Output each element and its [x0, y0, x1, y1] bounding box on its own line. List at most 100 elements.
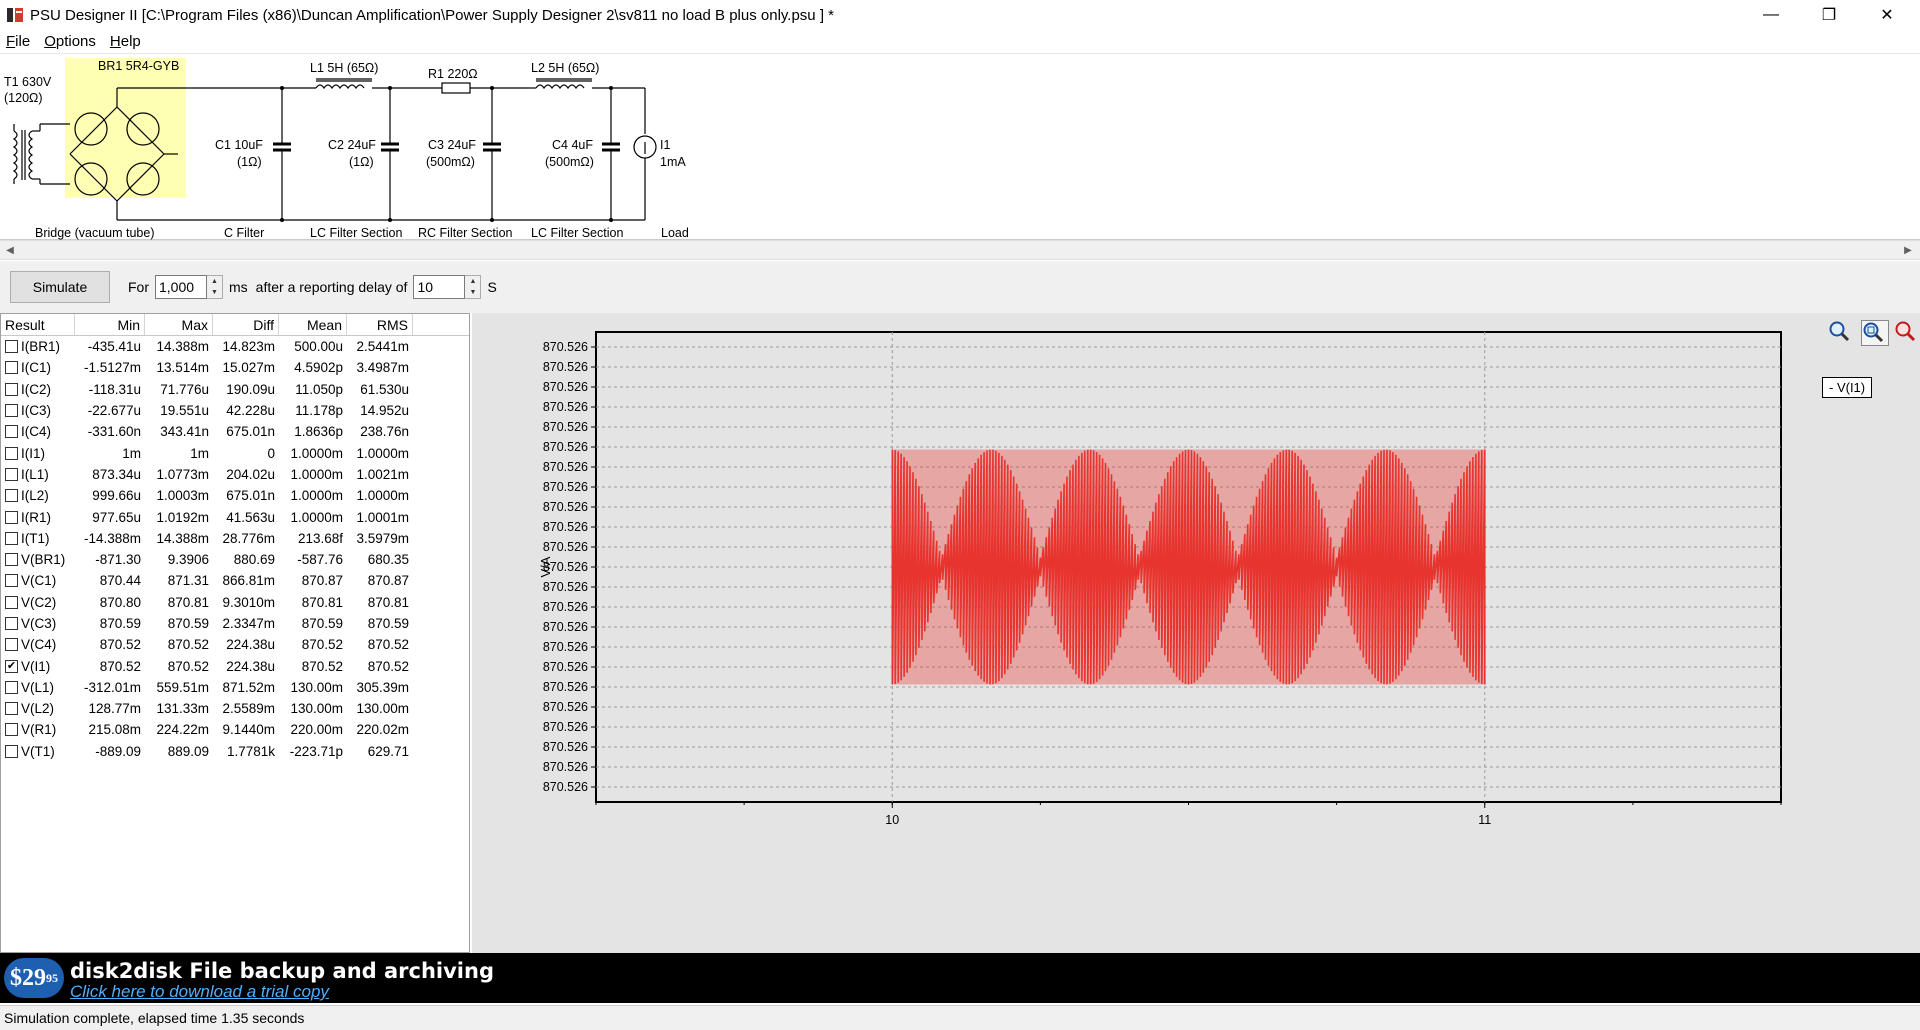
result-rms: 3.4987m [356, 360, 409, 376]
result-checkbox[interactable] [5, 361, 18, 375]
result-checkbox[interactable] [5, 595, 18, 609]
table-row[interactable]: I(I1) 1m 1m 0 1.0000m 1.0000m [1, 442, 469, 463]
ad-download-link[interactable]: Click here to download a trial copy [70, 982, 329, 1002]
spin-down-icon[interactable]: ▼ [465, 287, 480, 298]
table-row[interactable]: V(C1) 870.44 871.31 866.81m 870.87 870.87 [1, 570, 469, 591]
result-mean: 870.52 [301, 658, 343, 674]
result-rms: 1.0021m [356, 466, 409, 482]
col-result[interactable]: Result [1, 314, 75, 335]
delay-stepper[interactable]: ▲▼ [413, 275, 482, 299]
c1-label-2: (1Ω) [237, 155, 262, 169]
result-min: 999.66u [92, 488, 141, 504]
result-max: 13.514m [156, 360, 209, 376]
result-checkbox[interactable] [5, 531, 18, 545]
scroll-left-icon[interactable]: ◀ [0, 241, 20, 259]
result-checkbox[interactable] [5, 617, 18, 630]
result-min: 977.65u [92, 509, 141, 525]
table-row[interactable]: V(C3) 870.59 870.59 2.3347m 870.59 870.59 [1, 613, 469, 634]
result-diff: 880.69 [233, 552, 275, 568]
result-mean: 130.00m [290, 679, 343, 695]
table-row[interactable]: V(L1) -312.01m 559.51m 871.52m 130.00m 305.39… [1, 677, 469, 698]
result-checkbox[interactable] [5, 638, 18, 652]
table-row[interactable]: I(L2) 999.66u 1.0003m 675.01n 1.0000m 1.0000m [1, 485, 469, 506]
scroll-right-icon[interactable]: ▶ [1898, 241, 1918, 259]
table-row[interactable]: I(C1) -1.5127m 13.514m 15.027m 4.5902p 3.4987… [1, 357, 469, 378]
table-row[interactable]: V(C4) 870.52 870.52 224.38u 870.52 870.52 [1, 634, 469, 655]
result-checkbox[interactable]: ✔ [5, 659, 18, 673]
result-checkbox[interactable] [5, 382, 18, 396]
table-row[interactable]: V(R1) 215.08m 224.22m 9.1440m 220.00m 220.02m [1, 719, 469, 740]
c2-label-1: C2 24uF [328, 138, 376, 152]
duration-stepper[interactable]: ▲▼ [155, 275, 223, 299]
menu-options[interactable]: Options [44, 33, 96, 50]
result-checkbox[interactable] [5, 553, 18, 567]
result-checkbox[interactable] [5, 744, 18, 758]
waveform-chart[interactable]: 870.526 870.526 870.526 870.526 870.526 870.5… [472, 313, 1920, 953]
result-checkbox[interactable] [5, 723, 18, 737]
menu-file[interactable]: File [6, 33, 30, 50]
table-row[interactable]: I(BR1) -435.41u 14.388m 14.823m 500.00u 2.544… [1, 336, 469, 357]
table-row[interactable]: ✔ V(I1) 870.52 870.52 224.38u 870.52 870.52 [1, 655, 469, 676]
section-load: Load [661, 226, 689, 240]
status-bar: Simulation complete, elapsed time 1.35 s… [0, 1005, 1920, 1030]
y-tick-label: 870.526 [543, 460, 588, 474]
zoom-fit-button[interactable] [1861, 320, 1889, 346]
result-min: -22.677u [87, 403, 141, 419]
table-row[interactable]: I(C3) -22.677u 19.551u 42.228u 11.178p 14.952… [1, 400, 469, 421]
duration-input[interactable] [155, 275, 207, 299]
col-min[interactable]: Min [75, 314, 145, 335]
spin-up-icon[interactable]: ▲ [465, 276, 480, 287]
delay-input[interactable] [413, 275, 466, 299]
table-row[interactable]: I(C2) -118.31u 71.776u 190.09u 11.050p 61.530… [1, 379, 469, 400]
c4-label-1: C4 4uF [552, 138, 593, 152]
result-checkbox[interactable] [5, 702, 18, 716]
y-tick-label: 870.526 [543, 720, 588, 734]
capacitor-c2 [381, 88, 399, 220]
y-tick-label: 870.526 [543, 500, 588, 514]
table-row[interactable]: V(C2) 870.80 870.81 9.3010m 870.81 870.81 [1, 592, 469, 613]
zoom-in-button[interactable] [1828, 320, 1856, 346]
simulate-button[interactable]: Simulate [10, 271, 110, 303]
close-button[interactable]: ✕ [1858, 0, 1916, 30]
horizontal-scrollbar[interactable]: ◀ ▶ [0, 240, 1920, 260]
maximize-button[interactable]: ❐ [1800, 0, 1858, 30]
zoom-out-button[interactable] [1894, 320, 1920, 346]
table-row[interactable]: I(T1) -14.388m 14.388m 28.776m 213.68f 3.5979… [1, 528, 469, 549]
result-checkbox[interactable] [5, 680, 18, 694]
result-checkbox[interactable] [5, 404, 18, 418]
minimize-button[interactable]: — [1742, 0, 1800, 30]
result-checkbox[interactable] [5, 340, 18, 354]
col-rms[interactable]: RMS [347, 314, 413, 335]
spin-down-icon[interactable]: ▼ [207, 287, 222, 298]
ad-banner[interactable]: $29 95 disk2disk File backup and archivin… [0, 953, 1920, 1003]
result-checkbox[interactable] [5, 574, 18, 588]
table-row[interactable]: V(T1) -889.09 889.09 1.7781k -223.71p 629.71 [1, 741, 469, 762]
chart-legend[interactable]: - V(I1) [1822, 377, 1873, 398]
col-diff[interactable]: Diff [213, 314, 279, 335]
table-row[interactable]: V(L2) 128.77m 131.33m 2.5589m 130.00m 130.00m [1, 698, 469, 719]
result-min: 870.44 [99, 573, 141, 589]
result-checkbox[interactable] [5, 489, 18, 503]
result-mean: 220.00m [290, 722, 343, 738]
result-checkbox[interactable] [5, 467, 18, 481]
y-tick-label: 870.526 [543, 580, 588, 594]
result-checkbox[interactable] [5, 425, 18, 439]
col-max[interactable]: Max [145, 314, 213, 335]
schematic-canvas[interactable]: T1 630V (120Ω) BR1 5R4-GYB L1 5H (65Ω) R… [0, 54, 1920, 240]
menu-help[interactable]: Help [110, 33, 141, 50]
t1-label-2: (120Ω) [4, 91, 43, 105]
table-row[interactable]: V(BR1) -871.30 9.3906 880.69 -587.76 680.35 [1, 549, 469, 570]
result-max: 870.52 [167, 637, 209, 653]
y-tick-label: 870.526 [543, 680, 588, 694]
table-row[interactable]: I(C4) -331.60n 343.41n 675.01n 1.8636p 238.76… [1, 421, 469, 442]
col-mean[interactable]: Mean [279, 314, 347, 335]
r1-label: R1 220Ω [428, 67, 478, 81]
table-row[interactable]: I(R1) 977.65u 1.0192m 41.563u 1.0000m 1.0001m [1, 506, 469, 527]
table-row[interactable]: I(L1) 873.34u 1.0773m 204.02u 1.0000m 1.0021m [1, 464, 469, 485]
result-name: V(L1) [21, 679, 55, 695]
spin-up-icon[interactable]: ▲ [207, 276, 222, 287]
result-checkbox[interactable] [5, 510, 18, 524]
result-checkbox[interactable] [5, 446, 18, 460]
result-max: 14.388m [156, 530, 209, 546]
result-rms: 3.5979m [356, 530, 409, 546]
